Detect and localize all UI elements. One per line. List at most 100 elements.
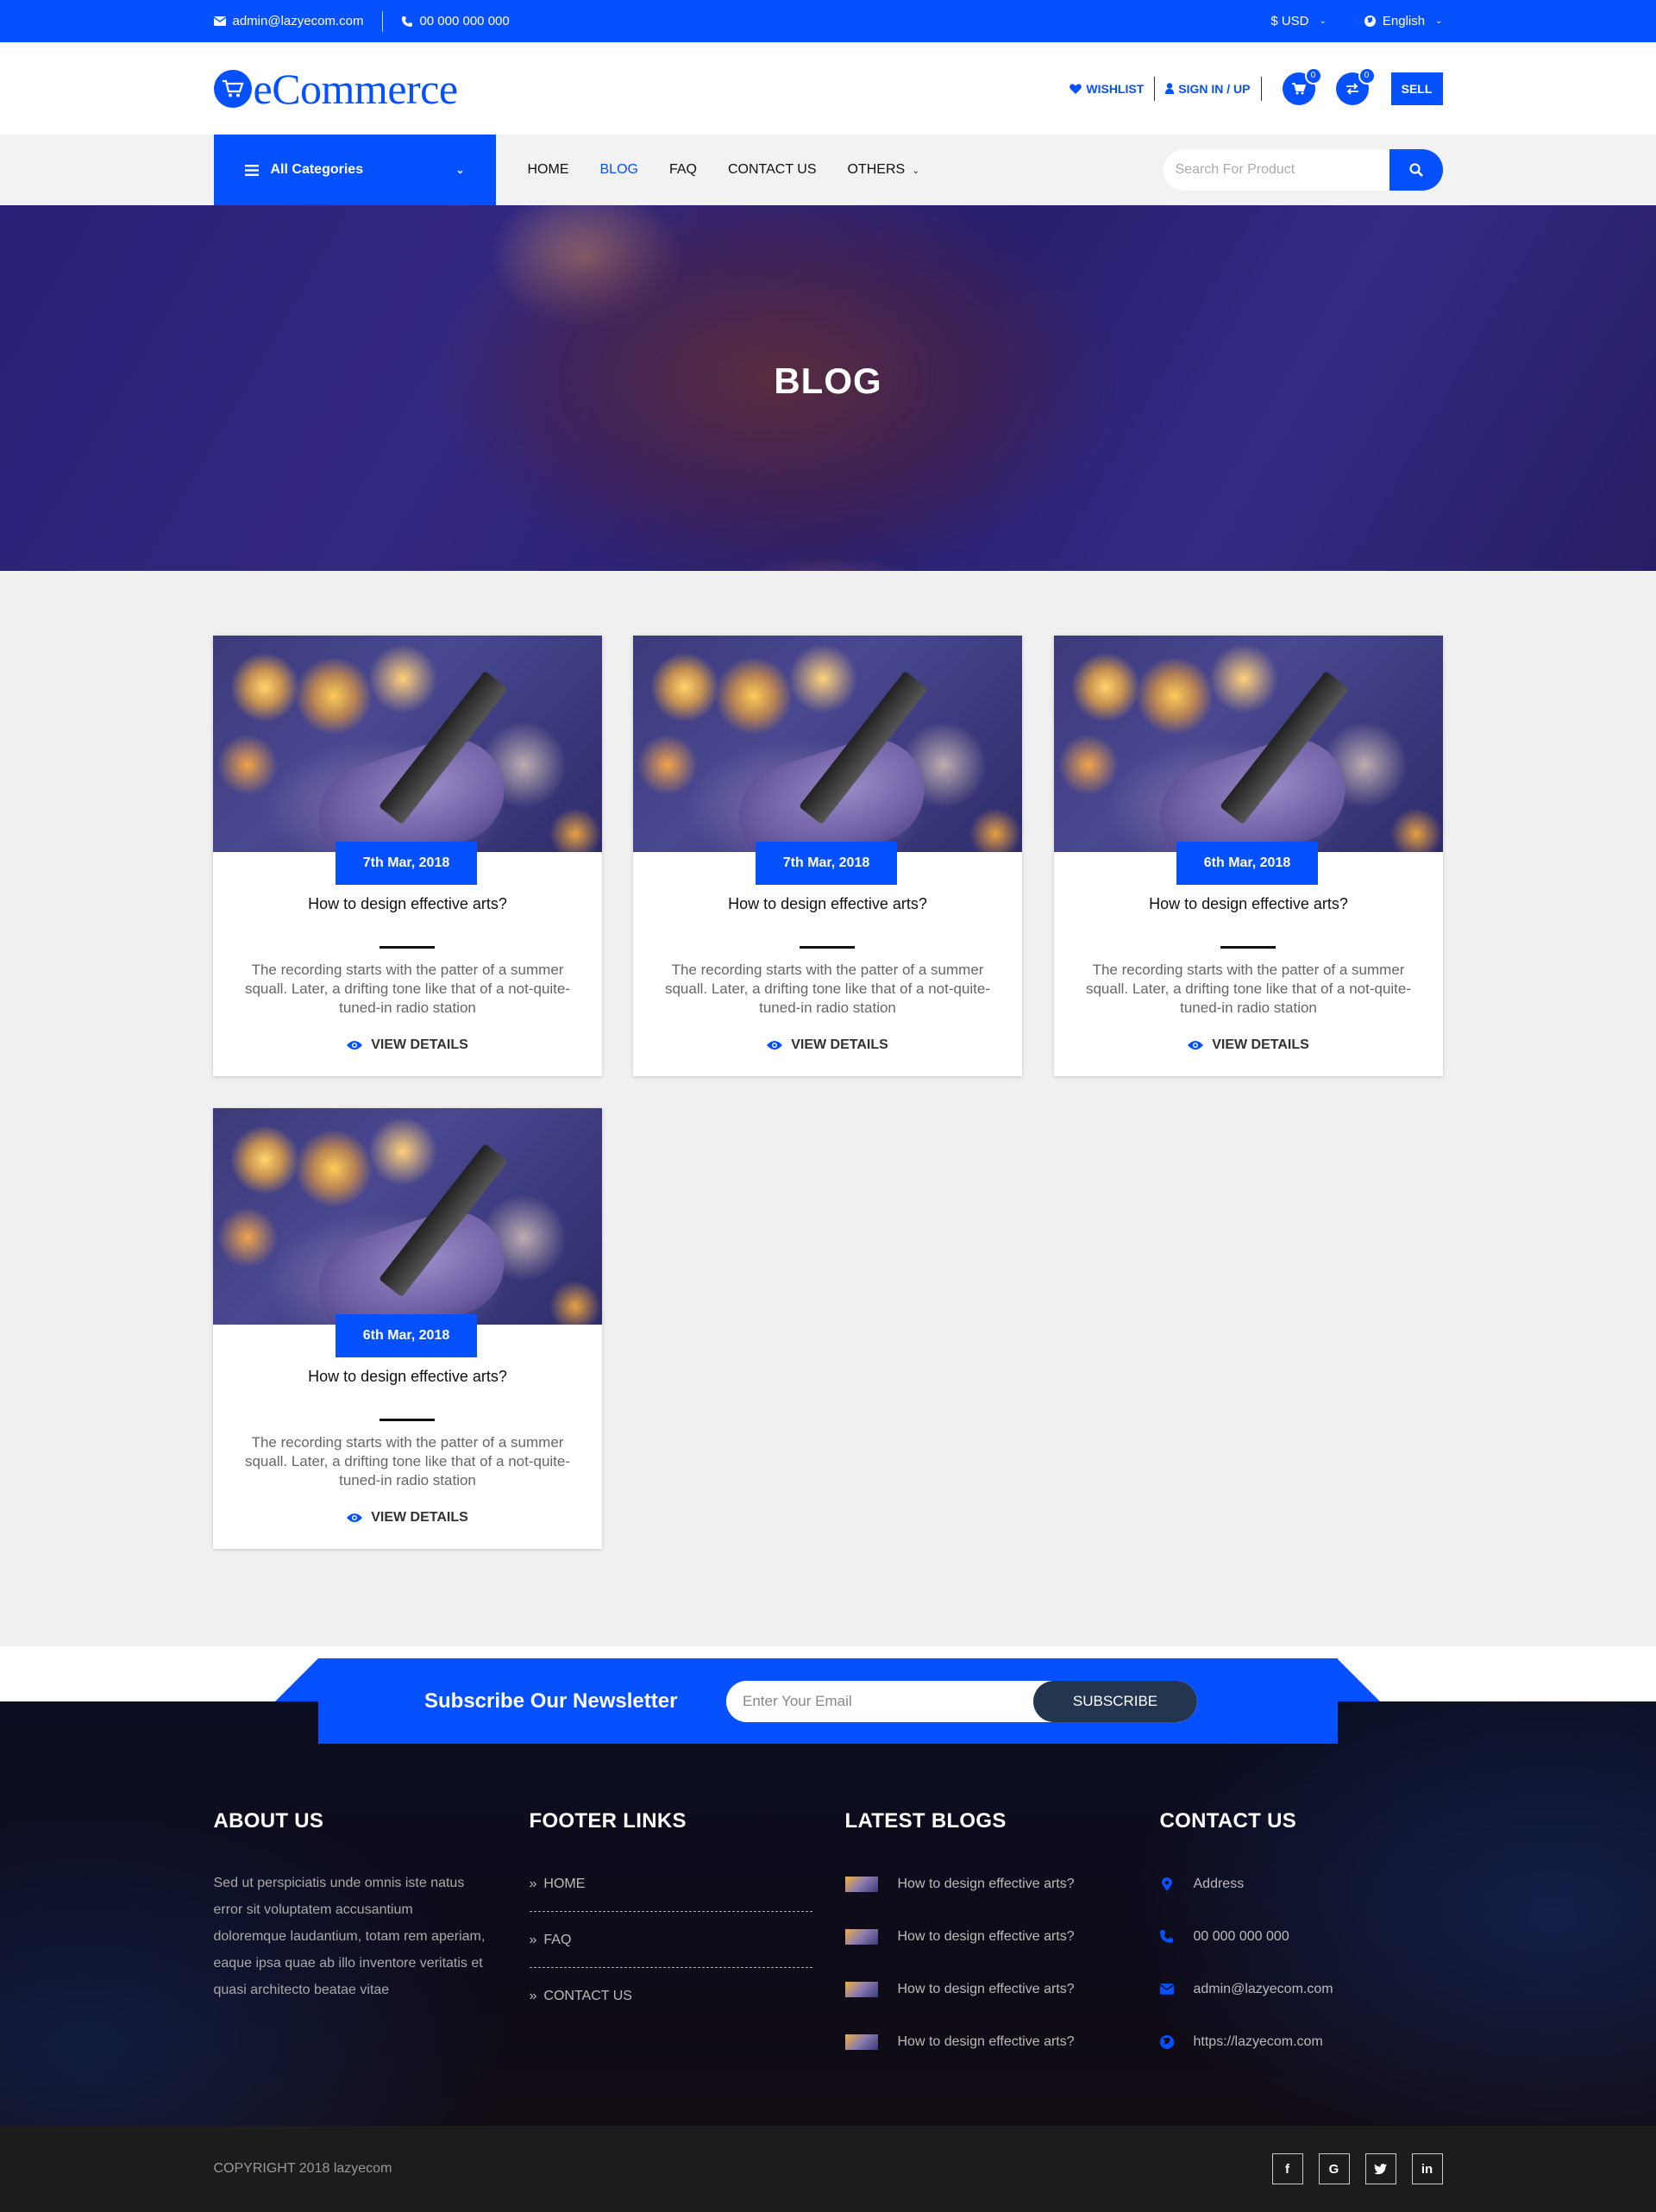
blog-title[interactable]: How to design effective arts? (1054, 895, 1443, 913)
hero-banner: BLOG (0, 205, 1656, 571)
view-details-link[interactable]: VIEW DETAILS (633, 1037, 1022, 1053)
logo-text: eCommerce (253, 64, 459, 113)
blog-thumbnail (844, 1981, 878, 1997)
cart-icon (1291, 82, 1306, 94)
cart-logo-icon (213, 69, 252, 108)
view-details-label: VIEW DETAILS (371, 1510, 468, 1525)
globe-icon (1364, 16, 1376, 27)
facebook-icon[interactable]: f (1271, 2153, 1303, 2184)
nav-item-contact[interactable]: CONTACT US (728, 162, 817, 178)
language-label: English (1382, 14, 1426, 28)
latest-blog-item[interactable]: How to design effective arts? (844, 1910, 1075, 1963)
topbar-email[interactable]: admin@lazyecom.com (213, 14, 364, 28)
envelope-icon (1159, 1983, 1174, 1995)
footer-about-text: Sed ut perspiciatis unde omnis iste natu… (213, 1876, 486, 1997)
signin-label: SIGN IN / UP (1178, 81, 1251, 96)
view-details-label: VIEW DETAILS (791, 1037, 888, 1052)
search-button[interactable] (1389, 149, 1443, 191)
view-details-label: VIEW DETAILS (1212, 1037, 1309, 1052)
footer-link-contact[interactable]: » CONTACT US (530, 1982, 812, 2011)
newsletter-section: Subscribe Our Newsletter SUBSCRIBE (318, 1658, 1338, 1744)
chevron-down-icon: ⌄ (1319, 16, 1327, 26)
nav-item-home[interactable]: HOME (528, 162, 569, 178)
footer-about-title: ABOUT US (213, 1809, 324, 1833)
latest-blog-title: How to design effective arts? (897, 2033, 1075, 2049)
subscribe-button[interactable]: SUBSCRIBE (1033, 1680, 1197, 1722)
latest-blog-item[interactable]: How to design effective arts? (844, 1858, 1075, 1910)
double-chevron-right-icon: » (529, 1989, 537, 2003)
blog-card: 6th Mar, 2018 How to design effective ar… (213, 1108, 602, 1549)
globe-icon (1159, 2034, 1174, 2049)
date-badge: 6th Mar, 2018 (1176, 842, 1318, 885)
blog-image[interactable] (1054, 636, 1443, 852)
main-nav: All Categories ⌄ HOME BLOG FAQ CONTACT U… (0, 135, 1656, 205)
blog-excerpt: The recording starts with the patter of … (664, 962, 991, 1016)
blog-title[interactable]: How to design effective arts? (213, 895, 602, 913)
blog-image[interactable] (213, 1108, 602, 1325)
chevron-down-icon: ⌄ (455, 164, 465, 176)
search-icon (1408, 163, 1423, 177)
blog-thumbnail (844, 1928, 878, 1945)
date-badge: 6th Mar, 2018 (336, 1314, 477, 1357)
blog-excerpt: The recording starts with the patter of … (244, 962, 571, 1016)
eye-icon (767, 1041, 783, 1050)
cart-button[interactable]: 0 (1282, 66, 1322, 105)
chevron-down-icon: ⌄ (1435, 16, 1443, 26)
phone-icon (402, 16, 413, 27)
latest-blog-title: How to design effective arts? (897, 1981, 1075, 1996)
site-footer: ABOUT US Sed ut perspiciatis unde omnis … (0, 1701, 1656, 2126)
language-dropdown[interactable]: English ⌄ (1364, 14, 1443, 28)
newsletter-email-input[interactable] (726, 1680, 1033, 1722)
wishlist-link[interactable]: WISHLIST (1059, 77, 1154, 101)
footer-links-title: FOOTER LINKS (529, 1809, 687, 1833)
google-icon[interactable]: G (1318, 2153, 1350, 2184)
compare-button[interactable]: 0 (1335, 66, 1376, 105)
footer-link-home[interactable]: » HOME (530, 1870, 812, 1899)
logo[interactable]: eCommerce (213, 64, 459, 113)
view-details-link[interactable]: VIEW DETAILS (213, 1510, 602, 1526)
eye-icon (1188, 1041, 1204, 1050)
signin-link[interactable]: SIGN IN / UP (1155, 77, 1260, 101)
user-icon (1165, 83, 1175, 94)
footer-contact: CONTACT US Address 00 000 000 000 admin@… (1159, 1809, 1333, 2068)
divider (800, 946, 855, 949)
footer-link-faq[interactable]: » FAQ (530, 1926, 812, 1955)
twitter-icon[interactable] (1364, 2153, 1396, 2184)
sell-button[interactable]: SELL (1390, 72, 1443, 105)
blog-title[interactable]: How to design effective arts? (633, 895, 1022, 913)
contact-phone[interactable]: 00 000 000 000 (1160, 1910, 1333, 1963)
site-header: eCommerce WISHLIST SIGN IN / UP 0 0 SELL (0, 42, 1656, 135)
topbar-phone-text: 00 000 000 000 (419, 14, 510, 28)
nav-item-others[interactable]: OTHERS ⌄ (848, 162, 920, 178)
exchange-icon (1346, 82, 1358, 95)
currency-dropdown[interactable]: $ USD ⌄ (1270, 14, 1327, 28)
footer-blogs-title: LATEST BLOGS (844, 1809, 1007, 1833)
map-marker-icon (1161, 1877, 1172, 1891)
newsletter-title: Subscribe Our Newsletter (424, 1689, 678, 1713)
categories-label: All Categories (270, 162, 364, 177)
contact-email[interactable]: admin@lazyecom.com (1159, 1963, 1333, 2015)
blog-title[interactable]: How to design effective arts? (213, 1368, 602, 1386)
view-details-link[interactable]: VIEW DETAILS (213, 1037, 602, 1053)
blog-image[interactable] (633, 636, 1022, 852)
nav-item-faq[interactable]: FAQ (669, 162, 697, 178)
date-badge: 7th Mar, 2018 (756, 842, 897, 885)
blog-image[interactable] (213, 636, 602, 852)
view-details-link[interactable]: VIEW DETAILS (1054, 1037, 1443, 1053)
latest-blog-item[interactable]: How to design effective arts? (844, 1963, 1075, 2015)
header-divider (1260, 76, 1262, 101)
search-input[interactable] (1163, 149, 1389, 191)
eye-icon (347, 1513, 363, 1522)
all-categories-button[interactable]: All Categories ⌄ (213, 135, 496, 205)
search-bar (1163, 149, 1443, 191)
divider (1220, 946, 1276, 949)
divider (380, 1419, 435, 1421)
topbar-phone[interactable]: 00 000 000 000 (402, 14, 510, 28)
topbar-email-text: admin@lazyecom.com (232, 14, 364, 28)
latest-blog-item[interactable]: How to design effective arts? (844, 2015, 1075, 2068)
contact-website[interactable]: https://lazyecom.com (1159, 2015, 1333, 2068)
nav-item-others-label: OTHERS (847, 162, 906, 177)
currency-label: $ USD (1270, 14, 1309, 28)
linkedin-icon[interactable]: in (1411, 2153, 1443, 2184)
nav-item-blog[interactable]: BLOG (600, 162, 638, 178)
